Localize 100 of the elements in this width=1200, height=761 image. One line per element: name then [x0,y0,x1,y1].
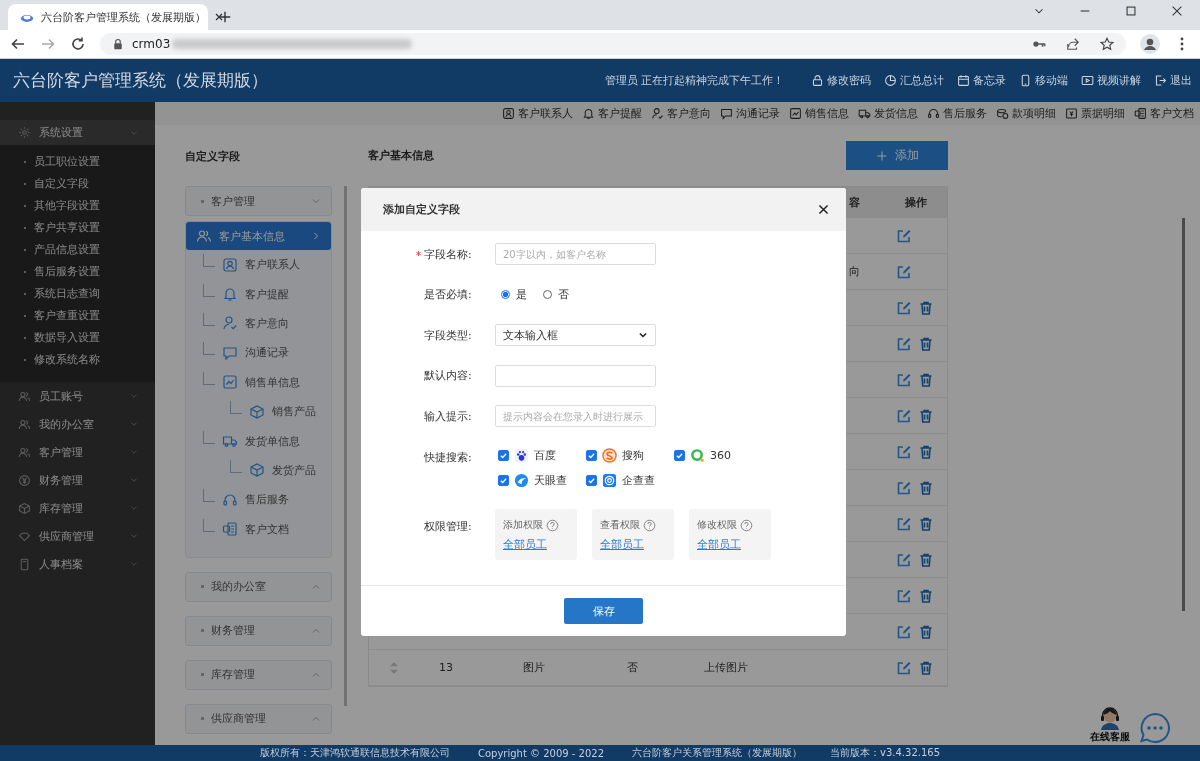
toolbar-link[interactable]: 客户联系人 [502,106,573,121]
nav-item[interactable]: 数据导入设置 [0,327,155,349]
header-link[interactable]: 汇总总计 [884,73,944,88]
input-field[interactable]: 20字以内，如客户名称 [495,243,656,265]
tree-item[interactable]: 客户联系人 [186,250,331,280]
edit-icon[interactable] [896,263,912,280]
nav-item[interactable]: 客户共享设置 [0,217,155,239]
edit-icon[interactable] [896,551,912,568]
trash-icon[interactable] [918,515,934,532]
header-link[interactable]: 修改密码 [811,73,871,88]
edit-icon[interactable] [896,515,912,532]
nav-group[interactable]: 系统设置 [0,120,155,145]
tree-group-header[interactable]: 供应商管理 [185,703,332,734]
checkbox[interactable] [498,475,509,486]
star-icon[interactable] [1100,37,1114,51]
nav-group[interactable]: 财务管理 [0,466,155,494]
trash-icon[interactable] [918,623,934,640]
toolbar-link[interactable]: 客户提醒 [582,106,642,121]
nav-item[interactable]: 自定义字段 [0,173,155,195]
new-tab-icon[interactable] [218,10,232,24]
tree-group-header[interactable]: 客户管理 [185,186,332,216]
tree-group-header[interactable]: 财务管理 [185,615,332,646]
tree-item[interactable]: 发货产品 [186,455,331,486]
tree-item[interactable]: 售后服务 [186,485,331,515]
save-button[interactable]: 保存 [564,598,643,624]
profile-avatar-icon[interactable] [1140,34,1160,54]
trash-icon[interactable] [918,371,934,388]
nav-item[interactable]: 客户查重设置 [0,305,155,327]
nav-group[interactable]: 员工账号 [0,382,155,410]
scrollbar[interactable] [344,186,347,706]
checkbox[interactable] [586,450,597,461]
tree-item[interactable]: 销售产品 [186,396,331,427]
nav-item[interactable]: 产品信息设置 [0,239,155,261]
trash-icon[interactable] [918,299,934,316]
nav-group[interactable]: 客户管理 [0,438,155,466]
tree-group-header[interactable]: 我的办公室 [185,571,332,602]
edit-icon[interactable] [896,587,912,604]
edit-icon[interactable] [896,623,912,640]
toolbar-link[interactable]: 售后服务 [927,106,987,121]
toolbar-link[interactable]: 客户意向 [651,106,711,121]
edit-icon[interactable] [896,479,912,496]
help-icon[interactable] [740,518,753,532]
link[interactable]: 全部员工 [503,537,569,552]
nav-item[interactable]: 售后服务设置 [0,261,155,283]
scrollbar[interactable] [1182,218,1185,611]
maximize-icon[interactable] [1124,4,1138,18]
edit-icon[interactable] [896,443,912,460]
checkbox[interactable] [674,450,685,461]
close-icon[interactable] [213,11,225,23]
nav-item[interactable]: 系统日志查询 [0,283,155,305]
nav-group[interactable]: 人事档案 [0,550,155,578]
select-field[interactable]: 文本输入框 [495,324,656,346]
address-bar[interactable]: crm03 [100,33,1126,55]
tree-item[interactable]: 客户文档 [186,514,331,544]
back-arrow-icon[interactable] [10,36,26,52]
close-icon[interactable] [1170,4,1184,18]
help-icon[interactable] [546,518,559,532]
toolbar-link[interactable]: 票据明细 [1065,106,1125,121]
trash-icon[interactable] [918,659,934,676]
header-link[interactable]: 退出 [1154,73,1192,88]
toolbar-link[interactable]: 沟通记录 [720,106,780,121]
trash-icon[interactable] [918,587,934,604]
help-icon[interactable] [643,518,656,532]
edit-icon[interactable] [896,335,912,352]
nav-group[interactable]: 库存管理 [0,494,155,522]
nav-item[interactable]: 其他字段设置 [0,195,155,217]
add-button[interactable]: 添加 [846,141,948,170]
edit-icon[interactable] [896,659,912,676]
edit-icon[interactable] [896,299,912,316]
edit-icon[interactable] [896,227,912,244]
nav-item[interactable]: 员工职位设置 [0,151,155,173]
trash-icon[interactable] [918,407,934,424]
close-icon[interactable] [817,203,830,216]
trash-icon[interactable] [918,335,934,352]
checkbox[interactable] [586,475,597,486]
tree-item[interactable]: 客户提醒 [186,279,331,309]
tree-item[interactable]: 发货单信息 [186,426,331,456]
nav-group[interactable]: 供应商管理 [0,522,155,550]
tree-group-header[interactable]: 库存管理 [185,659,332,690]
input-field[interactable] [495,364,656,387]
forward-arrow-icon[interactable] [40,36,56,52]
toolbar-link[interactable]: 客户文档 [1134,106,1194,121]
toolbar-link[interactable]: 发货信息 [858,106,918,121]
input-field[interactable]: 提示内容会在您录入时进行展示 [495,405,656,427]
edit-icon[interactable] [896,371,912,388]
header-link[interactable]: 视频讲解 [1081,73,1141,88]
tree-item[interactable]: 销售单信息 [186,367,331,397]
drag-handle-icon[interactable] [389,660,399,675]
toolbar-link[interactable]: 款项明细 [996,106,1056,121]
trash-icon[interactable] [918,551,934,568]
tree-item[interactable]: 客户基本信息 [186,222,331,250]
trash-icon[interactable] [918,443,934,460]
toolbar-link[interactable]: 销售信息 [789,106,849,121]
header-link[interactable]: 备忘录 [957,73,1006,88]
tree-item[interactable]: 客户意向 [186,308,331,339]
radio-button[interactable] [501,290,510,299]
reload-icon[interactable] [70,36,86,52]
tree-item[interactable]: 沟通记录 [186,338,331,368]
trash-icon[interactable] [918,479,934,496]
link[interactable]: 全部员工 [697,537,763,552]
